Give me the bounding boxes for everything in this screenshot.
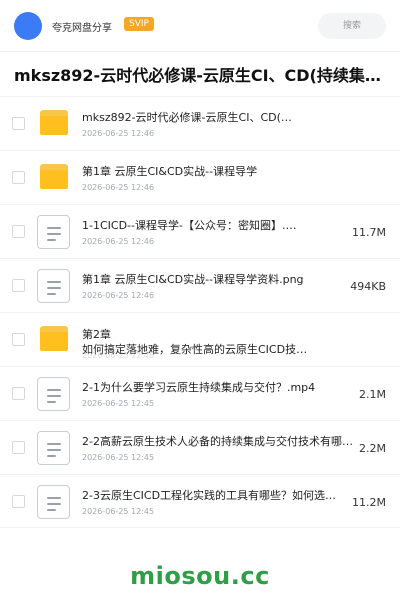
- file-size: 2.1M: [359, 388, 386, 401]
- file-name: 第1章 云原生CI&CD实战--课程导学资料.png: [82, 273, 304, 286]
- file-date: 2026-06-25 12:46: [82, 237, 155, 246]
- file-name: 2-2高薪云原生技术人必备的持续集成与交付技术有哪…: [82, 435, 353, 448]
- document-icon: [37, 215, 70, 249]
- file-name: mksz892-云时代必修课-云原生CI、CD(持…: [82, 111, 302, 124]
- file-name: 1-1CICD--课程导学-【公众号：密知圈】.m…: [82, 219, 302, 232]
- document-icon: [37, 431, 70, 465]
- row-checkbox[interactable]: [12, 387, 25, 400]
- row-checkbox[interactable]: [12, 333, 25, 346]
- file-name-line1: 第2章: [82, 328, 111, 341]
- watermark: miosou.cc: [130, 562, 270, 590]
- row-checkbox[interactable]: [12, 441, 25, 454]
- list-item[interactable]: mksz892-云时代必修课-云原生CI、CD(持… 2026-06-25 12…: [0, 96, 400, 150]
- folder-icon: [40, 110, 68, 135]
- file-name: 2-3云原生CICD工程化实践的工具有哪些？如何选…: [82, 489, 337, 502]
- svip-badge: SVIP: [124, 17, 154, 31]
- file-list: mksz892-云时代必修课-云原生CI、CD(持… 2026-06-25 12…: [0, 96, 400, 528]
- file-name: 2-1为什么要学习云原生持续集成与交付？.mp4: [82, 381, 316, 394]
- row-checkbox[interactable]: [12, 117, 25, 130]
- file-size: 2.2M: [359, 442, 386, 455]
- folder-title: mksz892-云时代必修课-云原生CI、CD(持续集成与交付…: [14, 66, 394, 85]
- list-item[interactable]: 第2章 如何搞定落地难，复杂性高的云原生CICD技… 2026-06-25 12…: [0, 312, 400, 366]
- document-icon: [37, 485, 70, 519]
- folder-icon: [40, 326, 68, 351]
- file-name: 第1章 云原生CI&CD实战--课程导学: [82, 165, 258, 178]
- top-bar: 夸克网盘分享 SVIP 搜索: [0, 0, 400, 52]
- username: 夸克网盘分享: [52, 23, 112, 34]
- list-item[interactable]: 2-3云原生CICD工程化实践的工具有哪些？如何选… 2026-06-25 12…: [0, 474, 400, 528]
- list-item[interactable]: 第1章 云原生CI&CD实战--课程导学 2026-06-25 12:46: [0, 150, 400, 204]
- folder-icon: [40, 164, 68, 189]
- avatar[interactable]: [14, 12, 42, 40]
- file-date: 2026-06-25 12:46: [82, 183, 155, 192]
- row-checkbox[interactable]: [12, 279, 25, 292]
- file-date: 2026-06-25 12:46: [82, 129, 155, 138]
- file-date: 2026-06-25 12:45: [82, 507, 155, 516]
- file-size: 11.7M: [352, 226, 386, 239]
- document-icon: [37, 377, 70, 411]
- file-date: 2026-06-25 12:46: [82, 351, 155, 360]
- row-checkbox[interactable]: [12, 225, 25, 238]
- document-icon: [37, 269, 70, 303]
- file-date: 2026-06-25 12:46: [82, 291, 155, 300]
- file-size: 11.2M: [352, 496, 386, 509]
- file-date: 2026-06-25 12:45: [82, 399, 155, 408]
- row-checkbox[interactable]: [12, 171, 25, 184]
- file-date: 2026-06-25 12:45: [82, 453, 155, 462]
- file-size: 494KB: [350, 280, 386, 293]
- list-item[interactable]: 1-1CICD--课程导学-【公众号：密知圈】.m… 2026-06-25 12…: [0, 204, 400, 258]
- search-button[interactable]: 搜索: [318, 13, 386, 39]
- list-item[interactable]: 2-1为什么要学习云原生持续集成与交付？.mp4 2026-06-25 12:4…: [0, 366, 400, 420]
- list-item[interactable]: 第1章 云原生CI&CD实战--课程导学资料.png 2026-06-25 12…: [0, 258, 400, 312]
- list-item[interactable]: 2-2高薪云原生技术人必备的持续集成与交付技术有哪… 2026-06-25 12…: [0, 420, 400, 474]
- row-checkbox[interactable]: [12, 495, 25, 508]
